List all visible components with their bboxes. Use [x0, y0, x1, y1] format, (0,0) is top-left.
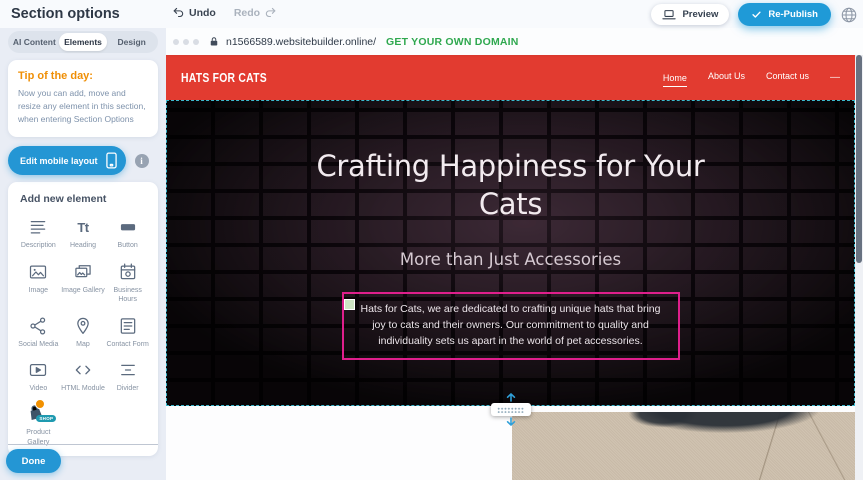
scrollbar-thumb[interactable]	[856, 55, 862, 263]
sidebar-divider	[8, 444, 158, 445]
element-item-button[interactable]: Button	[105, 216, 150, 250]
nav-more-icon[interactable]: —	[830, 72, 840, 83]
social-media-icon	[27, 315, 49, 337]
heading-icon: Tt	[72, 216, 94, 238]
business-hours-icon	[117, 261, 139, 283]
site-logo[interactable]: HATS FOR CATS	[181, 70, 267, 85]
video-icon	[27, 359, 49, 381]
undo-icon	[172, 6, 185, 19]
undo-button[interactable]: Undo	[172, 6, 216, 19]
add-new-element-card: Add new element Description Tt Heading B…	[8, 182, 158, 456]
laptop-icon	[662, 9, 676, 21]
map-pin-icon	[72, 315, 94, 337]
resize-arrow-down-icon	[506, 417, 516, 426]
contact-form-icon	[117, 315, 139, 337]
tip-of-the-day-card: Tip of the day: Now you can add, move an…	[8, 60, 158, 137]
section-resize-handle[interactable]	[491, 393, 531, 426]
button-icon	[117, 216, 139, 238]
info-icon[interactable]: i	[135, 154, 149, 168]
redo-icon	[264, 6, 277, 19]
element-item-map[interactable]: Map	[61, 315, 106, 349]
preview-area: n1566589.websitebuilder.online/ GET YOUR…	[166, 28, 863, 480]
page-title: Section options	[11, 6, 120, 22]
element-item-image-gallery[interactable]: Image Gallery	[61, 261, 106, 305]
preview-button[interactable]: Preview	[651, 4, 729, 25]
website-canvas: HATS FOR CATS Home About Us Contact us —…	[166, 55, 855, 480]
resize-arrow-up-icon	[506, 393, 516, 402]
tab-elements[interactable]: Elements	[59, 33, 108, 51]
description-icon	[27, 216, 49, 238]
divider-icon	[117, 359, 139, 381]
html-module-icon	[72, 359, 94, 381]
nav-item-contact-us[interactable]: Contact us	[766, 71, 809, 84]
product-gallery-icon: SHOP	[26, 403, 50, 425]
grip-dots-icon	[497, 407, 524, 413]
element-grid: Description Tt Heading Button	[16, 216, 150, 447]
top-bar: Section options Undo Redo Preview Re-P	[0, 0, 863, 28]
element-item-social-media[interactable]: Social Media	[16, 315, 61, 349]
element-item-heading[interactable]: Tt Heading	[61, 216, 106, 250]
element-item-html-module[interactable]: HTML Module	[61, 359, 106, 393]
hero-body-text: Hats for Cats, we are dedicated to craft…	[360, 303, 660, 348]
republish-button[interactable]: Re-Publish	[738, 3, 831, 26]
edit-mobile-layout-button[interactable]: Edit mobile layout	[8, 146, 126, 175]
tip-body: Now you can add, move and resize any ele…	[18, 87, 148, 125]
element-item-business-hours[interactable]: Business Hours	[105, 261, 150, 305]
element-item-image[interactable]: Image	[16, 261, 61, 305]
element-item-contact-form[interactable]: Contact Form	[105, 315, 150, 349]
redo-button[interactable]: Redo	[234, 6, 277, 19]
mobile-layout-row: Edit mobile layout i	[8, 146, 158, 175]
browser-bar: n1566589.websitebuilder.online/ GET YOUR…	[166, 28, 863, 55]
lock-icon	[208, 35, 220, 48]
check-icon	[751, 9, 762, 20]
section-options-panel: AI Content Elements Design Tip of the da…	[0, 28, 166, 480]
tip-title: Tip of the day:	[18, 70, 148, 82]
site-header: HATS FOR CATS Home About Us Contact us —	[166, 55, 855, 100]
preview-scrollbar[interactable]	[855, 55, 863, 480]
shop-badge: SHOP	[36, 415, 56, 422]
top-right-actions: Preview Re-Publish	[651, 3, 858, 26]
site-nav: Home About Us Contact us —	[663, 71, 840, 84]
phone-icon	[106, 152, 117, 169]
element-item-video[interactable]: Video	[16, 359, 61, 393]
resize-grip[interactable]	[491, 403, 531, 416]
element-item-product-gallery[interactable]: SHOP Product Gallery	[16, 403, 61, 447]
nav-item-home[interactable]: Home	[663, 73, 687, 87]
done-button[interactable]: Done	[6, 449, 61, 473]
hero-text-element[interactable]: Hats for Cats, we are dedicated to craft…	[342, 292, 680, 361]
language-globe-icon[interactable]	[840, 6, 858, 24]
image-icon	[27, 261, 49, 283]
tab-design[interactable]: Design	[107, 33, 156, 51]
hero-section-selected[interactable]: Crafting Happiness for Your Cats More th…	[166, 100, 855, 406]
panel-tabs: AI Content Elements Design	[8, 31, 158, 53]
element-item-divider[interactable]: Divider	[105, 359, 150, 393]
nav-item-about-us[interactable]: About Us	[708, 71, 745, 84]
add-element-title: Add new element	[16, 193, 150, 205]
hero-subheading[interactable]: More than Just Accessories	[400, 250, 621, 269]
hero-heading[interactable]: Crafting Happiness for Your Cats	[296, 147, 726, 224]
history-controls: Undo Redo	[172, 6, 277, 19]
element-item-description[interactable]: Description	[16, 216, 61, 250]
cat-shadow-pavement-image[interactable]	[512, 412, 855, 480]
get-domain-link[interactable]: GET YOUR OWN DOMAIN	[386, 36, 519, 48]
browser-dots	[173, 39, 199, 45]
image-gallery-icon	[72, 261, 94, 283]
tab-ai-content[interactable]: AI Content	[10, 33, 59, 51]
site-url[interactable]: n1566589.websitebuilder.online/	[226, 36, 376, 48]
element-drag-handle[interactable]	[344, 299, 355, 310]
